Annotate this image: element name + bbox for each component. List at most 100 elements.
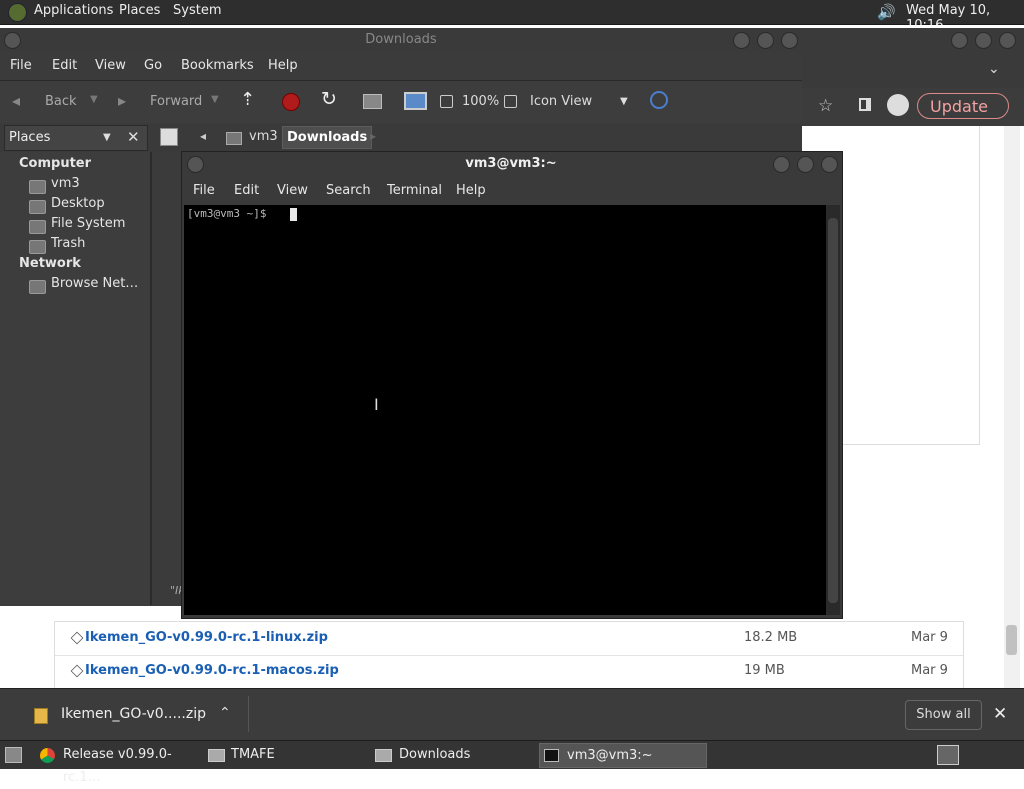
terminal-scrollbar-thumb[interactable]: [828, 218, 838, 603]
close-download-bar-icon[interactable]: ✕: [993, 704, 1007, 724]
zoom-in-icon[interactable]: [504, 95, 517, 108]
view-mode-select[interactable]: Icon View: [530, 94, 592, 109]
chevron-up-icon[interactable]: ⌃: [219, 705, 231, 721]
close-sidebar-icon[interactable]: ✕: [127, 128, 140, 146]
search-icon[interactable]: [650, 91, 668, 109]
terminal-menu-view[interactable]: View: [277, 183, 308, 198]
sidebar-item-file-system[interactable]: File System: [51, 216, 125, 231]
top-panel: Applications Places System 🔊 Wed May 10,…: [0, 0, 1024, 33]
fm-content[interactable]: "Ik: [154, 152, 185, 605]
terminal-menubar: File Edit View Search Terminal Help: [181, 177, 841, 205]
sidepanel-icon[interactable]: [859, 98, 871, 111]
asset-link[interactable]: Ikemen_GO-v0.99.0-rc.1-macos.zip: [85, 663, 339, 678]
asset-link[interactable]: Ikemen_GO-v0.99.0-rc.1-linux.zip: [85, 630, 328, 645]
back-button[interactable]: Back: [45, 94, 77, 109]
network-icon: [29, 280, 46, 294]
asset-date: Mar 9: [911, 663, 948, 678]
sidebar-section-network: Network: [19, 256, 81, 271]
menu-bookmarks[interactable]: Bookmarks: [181, 58, 254, 73]
download-filename: Ikemen_GO-v0.....zip: [61, 706, 206, 722]
menu-view[interactable]: View: [95, 58, 126, 73]
taskbar-label: Release v0.99.0-rc.1…: [63, 747, 172, 785]
update-button[interactable]: Update: [917, 93, 1009, 119]
forward-button[interactable]: Forward: [150, 94, 202, 109]
terminal-menu-search[interactable]: Search: [326, 183, 371, 198]
asset-size: 19 MB: [744, 663, 785, 678]
file-system-icon: [29, 220, 46, 234]
forward-history-icon[interactable]: ▼: [211, 94, 219, 105]
terminal-menu-file[interactable]: File: [193, 183, 215, 198]
minimize-button[interactable]: [773, 156, 790, 173]
page-scrollbar-thumb[interactable]: [1006, 625, 1017, 655]
taskbar-label: vm3@vm3:~: [567, 748, 653, 763]
maximize-button[interactable]: [757, 32, 774, 49]
maximize-button[interactable]: [797, 156, 814, 173]
package-icon: [70, 664, 84, 678]
fm-menubar: File Edit View Go Bookmarks Help: [0, 52, 802, 80]
taskbar-label: TMAFE: [231, 747, 275, 762]
stop-icon[interactable]: [282, 93, 300, 111]
close-button[interactable]: [781, 32, 798, 49]
show-desktop-icon[interactable]: [5, 747, 22, 763]
home-folder-icon: [226, 132, 242, 145]
crumb-right-arrow-icon[interactable]: ▸: [370, 129, 376, 143]
page-scrollbar[interactable]: [1004, 126, 1020, 688]
forward-arrow-icon[interactable]: ▸: [118, 91, 126, 110]
workspace-switcher-icon[interactable]: [937, 745, 959, 765]
close-button[interactable]: [821, 156, 838, 173]
back-history-icon[interactable]: ▼: [90, 94, 98, 105]
crumb-home[interactable]: vm3: [249, 129, 278, 144]
menu-help[interactable]: Help: [268, 58, 298, 73]
window-menu-button[interactable]: [187, 156, 204, 173]
home-folder-icon: [29, 180, 46, 194]
terminal-menu-terminal[interactable]: Terminal: [387, 183, 442, 198]
terminal-screen[interactable]: [vm3@vm3 ~]$ I: [184, 205, 826, 615]
taskbar-item-terminal[interactable]: vm3@vm3:~: [539, 743, 707, 768]
folder-icon: [375, 749, 392, 762]
sidebar-item-desktop[interactable]: Desktop: [51, 196, 105, 211]
show-all-button[interactable]: Show all: [905, 700, 982, 730]
table-row[interactable]: Ikemen_GO-v0.99.0-rc.1-macos.zip 19 MB M…: [55, 655, 963, 689]
home-icon[interactable]: [363, 94, 382, 109]
terminal-menu-edit[interactable]: Edit: [234, 183, 259, 198]
crumb-left-arrow-icon[interactable]: ◂: [200, 129, 206, 143]
sidebar-item-browse-network[interactable]: Browse Net…: [51, 276, 138, 291]
chevron-down-icon[interactable]: ▼: [620, 96, 628, 107]
minimize-button[interactable]: [951, 32, 968, 49]
zoom-level: 100%: [462, 94, 500, 109]
chevron-down-icon[interactable]: ⌄: [988, 61, 1000, 77]
menu-go[interactable]: Go: [144, 58, 162, 73]
taskbar-item-tmafe[interactable]: TMAFE: [206, 743, 366, 766]
terminal-menu-help[interactable]: Help: [456, 183, 486, 198]
package-icon: [70, 631, 84, 645]
computer-icon[interactable]: [404, 92, 427, 110]
menu-edit[interactable]: Edit: [52, 58, 77, 73]
system-menu[interactable]: System: [173, 3, 221, 18]
table-row[interactable]: Ikemen_GO-v0.99.0-rc.1-linux.zip 18.2 MB…: [55, 622, 963, 656]
applications-menu[interactable]: Applications: [34, 3, 113, 18]
terminal-titlebar: [181, 151, 841, 177]
star-icon[interactable]: ☆: [818, 96, 833, 116]
minimize-button[interactable]: [733, 32, 750, 49]
window-menu-button[interactable]: [4, 32, 21, 49]
back-arrow-icon[interactable]: ◂: [12, 91, 20, 110]
download-item[interactable]: Ikemen_GO-v0.....zip ⌃: [16, 696, 249, 732]
close-button[interactable]: [999, 32, 1016, 49]
taskbar-item-downloads[interactable]: Downloads: [373, 743, 533, 766]
taskbar-item-browser[interactable]: Release v0.99.0-rc.1…: [37, 743, 202, 785]
crumb-downloads[interactable]: Downloads: [282, 126, 373, 149]
maximize-button[interactable]: [975, 32, 992, 49]
volume-icon[interactable]: 🔊: [877, 3, 896, 21]
fm-toolbar: ◂ Back ▼ ▸ Forward ▼ ⇡ ↻ 100% Icon View …: [0, 80, 802, 123]
terminal-icon: [544, 749, 559, 762]
edit-location-icon[interactable]: [160, 128, 178, 146]
reload-icon[interactable]: ↻: [321, 88, 337, 110]
sidebar-item-vm3[interactable]: vm3: [51, 176, 80, 191]
places-menu[interactable]: Places: [119, 3, 160, 18]
avatar-icon[interactable]: [887, 94, 909, 116]
gnome-foot-icon[interactable]: [8, 3, 27, 22]
up-icon[interactable]: ⇡: [240, 89, 255, 110]
sidebar-item-trash[interactable]: Trash: [51, 236, 85, 251]
menu-file[interactable]: File: [10, 58, 32, 73]
zoom-out-icon[interactable]: [440, 95, 453, 108]
